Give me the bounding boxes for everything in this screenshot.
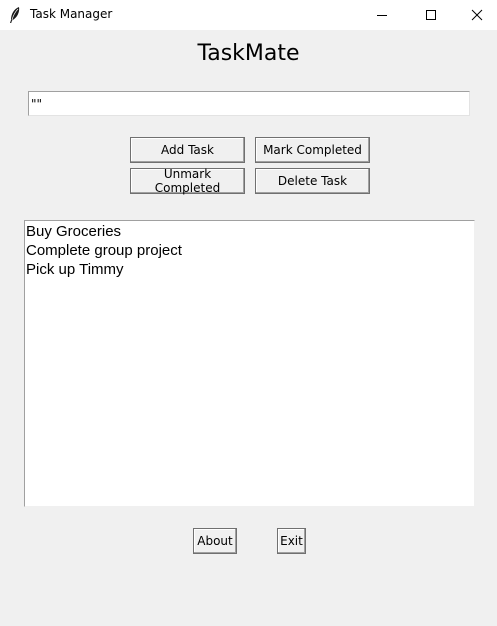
add-task-button[interactable]: Add Task	[130, 137, 245, 163]
delete-task-button[interactable]: Delete Task	[255, 168, 370, 194]
mark-completed-button[interactable]: Mark Completed	[255, 137, 370, 163]
task-list[interactable]: Buy Groceries Complete group project Pic…	[24, 220, 475, 507]
list-item[interactable]: Buy Groceries	[25, 222, 474, 241]
task-manager-window: Task Manager TaskMate Add Task Mark Comp…	[0, 0, 497, 626]
app-heading: TaskMate	[197, 41, 300, 66]
window-title: Task Manager	[30, 7, 113, 21]
maximize-button[interactable]	[408, 0, 454, 30]
title-bar[interactable]: Task Manager	[0, 0, 497, 30]
close-icon	[471, 6, 483, 25]
unmark-completed-button[interactable]: Unmark Completed	[130, 167, 245, 195]
close-button[interactable]	[454, 0, 497, 30]
list-item[interactable]: Complete group project	[25, 241, 474, 260]
feather-icon	[8, 6, 22, 24]
minimize-icon	[376, 6, 388, 25]
minimize-button[interactable]	[359, 0, 405, 30]
list-item[interactable]: Pick up Timmy	[25, 260, 474, 279]
maximize-icon	[425, 6, 437, 25]
task-input[interactable]	[28, 91, 470, 116]
about-button[interactable]: About	[193, 528, 237, 554]
exit-button[interactable]: Exit	[277, 528, 306, 554]
